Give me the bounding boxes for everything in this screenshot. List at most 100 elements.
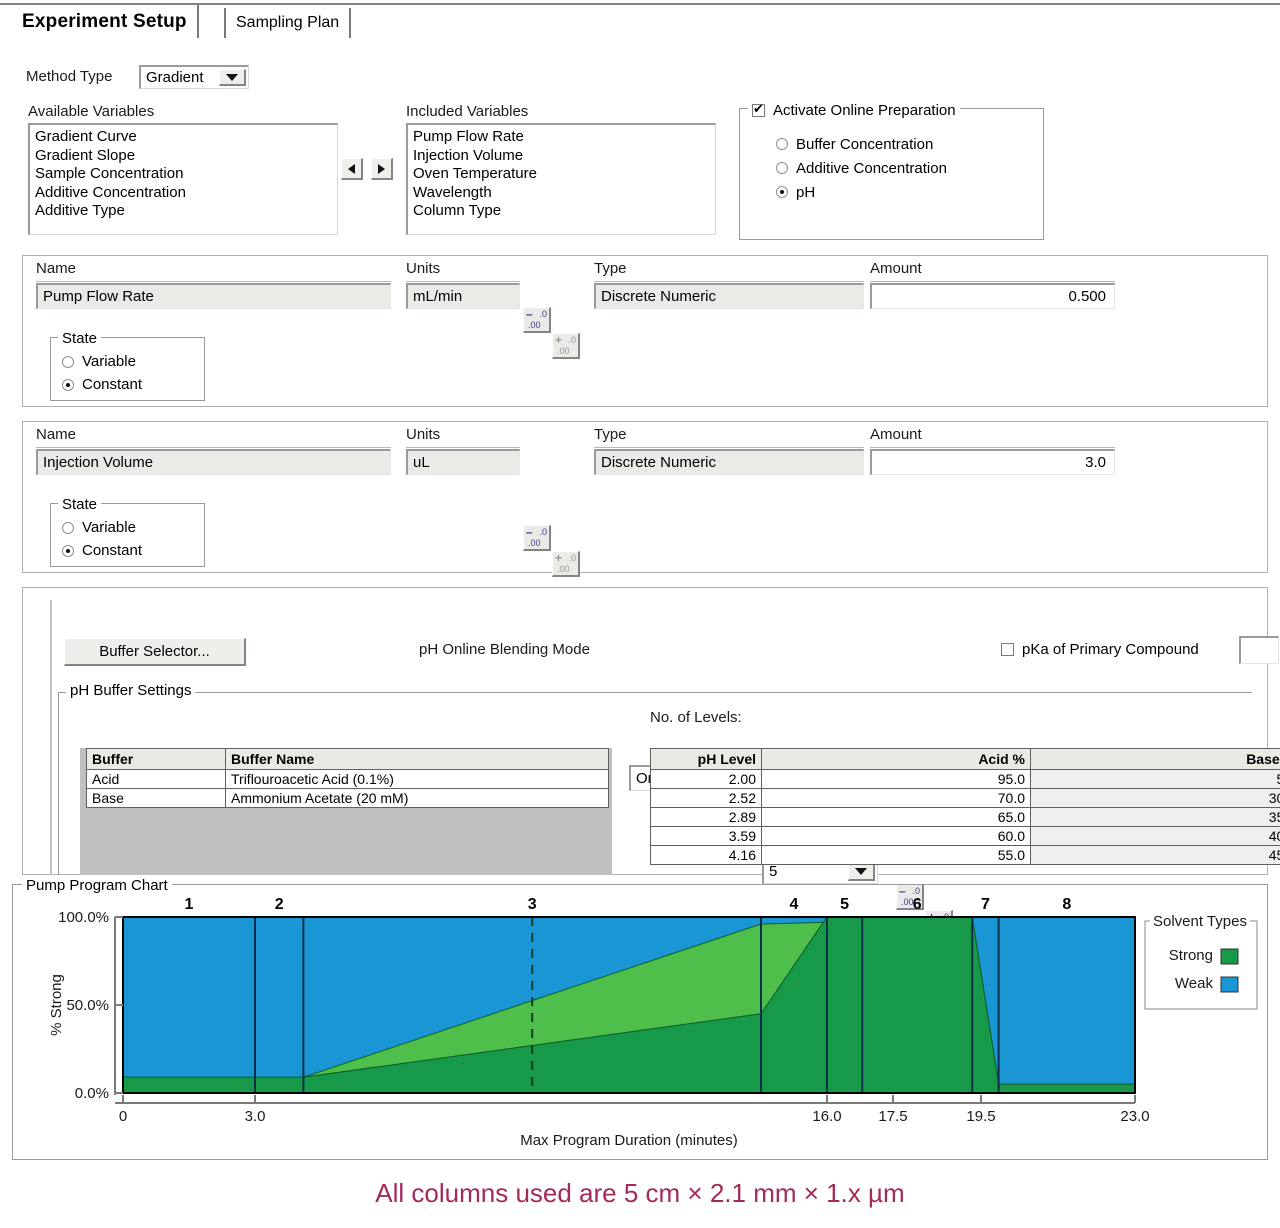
panel1-amount-field[interactable]: 0.500 <box>870 283 1115 309</box>
table-row[interactable]: 2.5270.030.0 <box>650 788 1280 808</box>
included-variable-item-3[interactable]: Wavelength <box>413 184 711 203</box>
increase-decimals-button-2[interactable]: + .0.00 <box>552 551 580 577</box>
table-cell[interactable]: 5.0 <box>1030 769 1280 789</box>
table-cell[interactable]: 4.16 <box>650 845 762 865</box>
table-cell[interactable]: 55.0 <box>761 845 1031 865</box>
table-row[interactable]: 3.5960.040.0 <box>650 826 1280 846</box>
panel2-state-option-variable[interactable]: Variable <box>62 516 142 539</box>
panel2-amount-field[interactable]: 3.0 <box>870 449 1115 475</box>
column-header-acid-[interactable]: Acid % <box>761 748 1031 770</box>
figure-caption: All columns used are 5 cm × 2.1 mm × 1.x… <box>375 1178 905 1208</box>
available-variable-item-3[interactable]: Additive Concentration <box>35 184 333 203</box>
table-cell[interactable]: 60.0 <box>761 826 1031 846</box>
ph-buffer-settings-title: pH Buffer Settings <box>66 682 196 699</box>
panel2-state-option-constant[interactable]: Constant <box>62 539 142 562</box>
table-cell[interactable]: 30.0 <box>1030 788 1280 808</box>
ph-level-table[interactable]: pH LevelAcid %Base %2.0095.05.02.5270.03… <box>650 748 1280 865</box>
table-cell[interactable]: 35.0 <box>1030 807 1280 827</box>
buffer-selector-button[interactable]: Buffer Selector... <box>64 638 246 666</box>
chart-legend-swatch-weak <box>1220 976 1239 993</box>
available-variable-item-2[interactable]: Sample Concentration <box>35 165 333 184</box>
panel2-type-value: Discrete Numeric <box>601 454 717 471</box>
activate-online-preparation-checkbox[interactable]: Activate Online Preparation <box>748 101 960 119</box>
table-row[interactable]: Base Ammonium Acetate (20 mM) <box>86 788 609 808</box>
panel2-type-rule <box>594 447 864 448</box>
table-cell[interactable]: Ammonium Acetate (20 mM) <box>225 788 609 808</box>
panel1-name-value: Pump Flow Rate <box>43 288 154 305</box>
increase-decimals-button-1[interactable]: + .0.00 <box>552 333 580 359</box>
panel2-units-field[interactable]: uL <box>406 449 520 475</box>
chevron-down-icon[interactable] <box>219 69 246 86</box>
included-variable-item-0[interactable]: Pump Flow Rate <box>413 128 711 147</box>
tab-sampling-plan-label: Sampling Plan <box>236 14 340 31</box>
online-prep-option-label: pH <box>796 183 816 201</box>
method-type-value: Gradient <box>146 69 204 86</box>
chart-x-tick-label-4: 19.5 <box>966 1108 995 1125</box>
table-cell[interactable]: 65.0 <box>761 807 1031 827</box>
tab-experiment-setup[interactable]: Experiment Setup <box>12 5 199 38</box>
panel1-units-field[interactable]: mL/min <box>406 283 520 309</box>
panel2-type-field[interactable]: Discrete Numeric <box>594 449 864 475</box>
table-cell[interactable]: 70.0 <box>761 788 1031 808</box>
column-header-buffer-name[interactable]: Buffer Name <box>225 748 609 770</box>
included-variable-item-1[interactable]: Injection Volume <box>413 147 711 166</box>
included-variables-label: Included Variables <box>406 103 529 120</box>
decrease-decimals-button-1[interactable]: – .0.00 <box>523 307 551 333</box>
panel2-amount-value: 3.0 <box>1085 454 1106 471</box>
buffer-table[interactable]: Buffer Buffer Name Acid Triflouroacetic Aci… <box>86 748 609 808</box>
panel1-state-option-constant[interactable]: Constant <box>62 373 142 396</box>
radio-icon <box>62 378 74 391</box>
table-cell[interactable]: 3.59 <box>650 826 762 846</box>
checkbox-icon <box>1001 643 1014 656</box>
included-variable-item-2[interactable]: Oven Temperature <box>413 165 711 184</box>
table-cell[interactable]: 45.0 <box>1030 845 1280 865</box>
panel1-type-value: Discrete Numeric <box>601 288 717 305</box>
pump-program-chart-title: Pump Program Chart <box>22 877 172 894</box>
chart-segment-label-8: 8 <box>1062 896 1071 913</box>
activate-online-preparation-label: Activate Online Preparation <box>773 102 956 119</box>
panel1-name-field[interactable]: Pump Flow Rate <box>36 283 391 309</box>
table-cell[interactable]: 2.00 <box>650 769 762 789</box>
column-header-buffer[interactable]: Buffer <box>86 748 226 770</box>
panel1-state-option-label: Constant <box>82 376 143 393</box>
pka-primary-compound-checkbox[interactable]: pKa of Primary Compound <box>1001 641 1199 658</box>
table-cell[interactable]: Triflouroacetic Acid (0.1%) <box>225 769 609 789</box>
pka-value-field[interactable] <box>1239 636 1279 664</box>
table-row[interactable]: Acid Triflouroacetic Acid (0.1%) <box>86 769 609 789</box>
panel1-state-options: Variable Constant <box>62 350 142 396</box>
table-row[interactable]: 2.8965.035.0 <box>650 807 1280 827</box>
table-row[interactable]: 2.0095.05.0 <box>650 769 1280 789</box>
online-prep-option-buffer-concentration[interactable]: Buffer Concentration <box>776 132 947 156</box>
table-cell[interactable]: 40.0 <box>1030 826 1280 846</box>
online-prep-option-ph[interactable]: pH <box>776 180 947 204</box>
panel1-state-option-variable[interactable]: Variable <box>62 350 142 373</box>
included-variables-list[interactable]: Pump Flow Rate Injection Volume Oven Tempe… <box>406 123 716 235</box>
panel1-state-option-label: Variable <box>82 353 136 370</box>
included-variable-item-4[interactable]: Column Type <box>413 202 711 221</box>
available-variable-item-1[interactable]: Gradient Slope <box>35 147 333 166</box>
move-left-button[interactable] <box>341 158 363 180</box>
available-variable-item-4[interactable]: Additive Type <box>35 202 333 221</box>
available-variable-item-0[interactable]: Gradient Curve <box>35 128 333 147</box>
tab-sampling-plan[interactable]: Sampling Plan <box>224 8 352 38</box>
pump-program-chart-svg: 0.0% 50.0% 100.0% % Strong 0 3.0 16.0 17.5 19.5 2… <box>48 896 1258 1149</box>
panel1-units-rule <box>406 281 520 282</box>
table-row[interactable]: 4.1655.045.0 <box>650 845 1280 865</box>
column-header-base-[interactable]: Base % <box>1030 748 1280 770</box>
panel2-name-field[interactable]: Injection Volume <box>36 449 391 475</box>
table-cell[interactable]: 2.89 <box>650 807 762 827</box>
online-prep-option-additive-concentration[interactable]: Additive Concentration <box>776 156 947 180</box>
table-cell[interactable]: 2.52 <box>650 788 762 808</box>
pka-primary-compound-label: pKa of Primary Compound <box>1022 641 1199 658</box>
radio-icon <box>776 186 788 198</box>
move-right-button[interactable] <box>371 158 393 180</box>
decrease-decimals-button-2[interactable]: – .0.00 <box>523 525 551 551</box>
table-cell[interactable]: Base <box>86 788 226 808</box>
panel1-type-field[interactable]: Discrete Numeric <box>594 283 864 309</box>
table-cell[interactable]: Acid <box>86 769 226 789</box>
panel1-units-value: mL/min <box>413 288 463 305</box>
column-header-ph-level[interactable]: pH Level <box>650 748 762 770</box>
table-cell[interactable]: 95.0 <box>761 769 1031 789</box>
method-type-combo[interactable]: Gradient <box>139 65 249 89</box>
available-variables-list[interactable]: Gradient Curve Gradient Slope Sample Conce… <box>28 123 338 235</box>
